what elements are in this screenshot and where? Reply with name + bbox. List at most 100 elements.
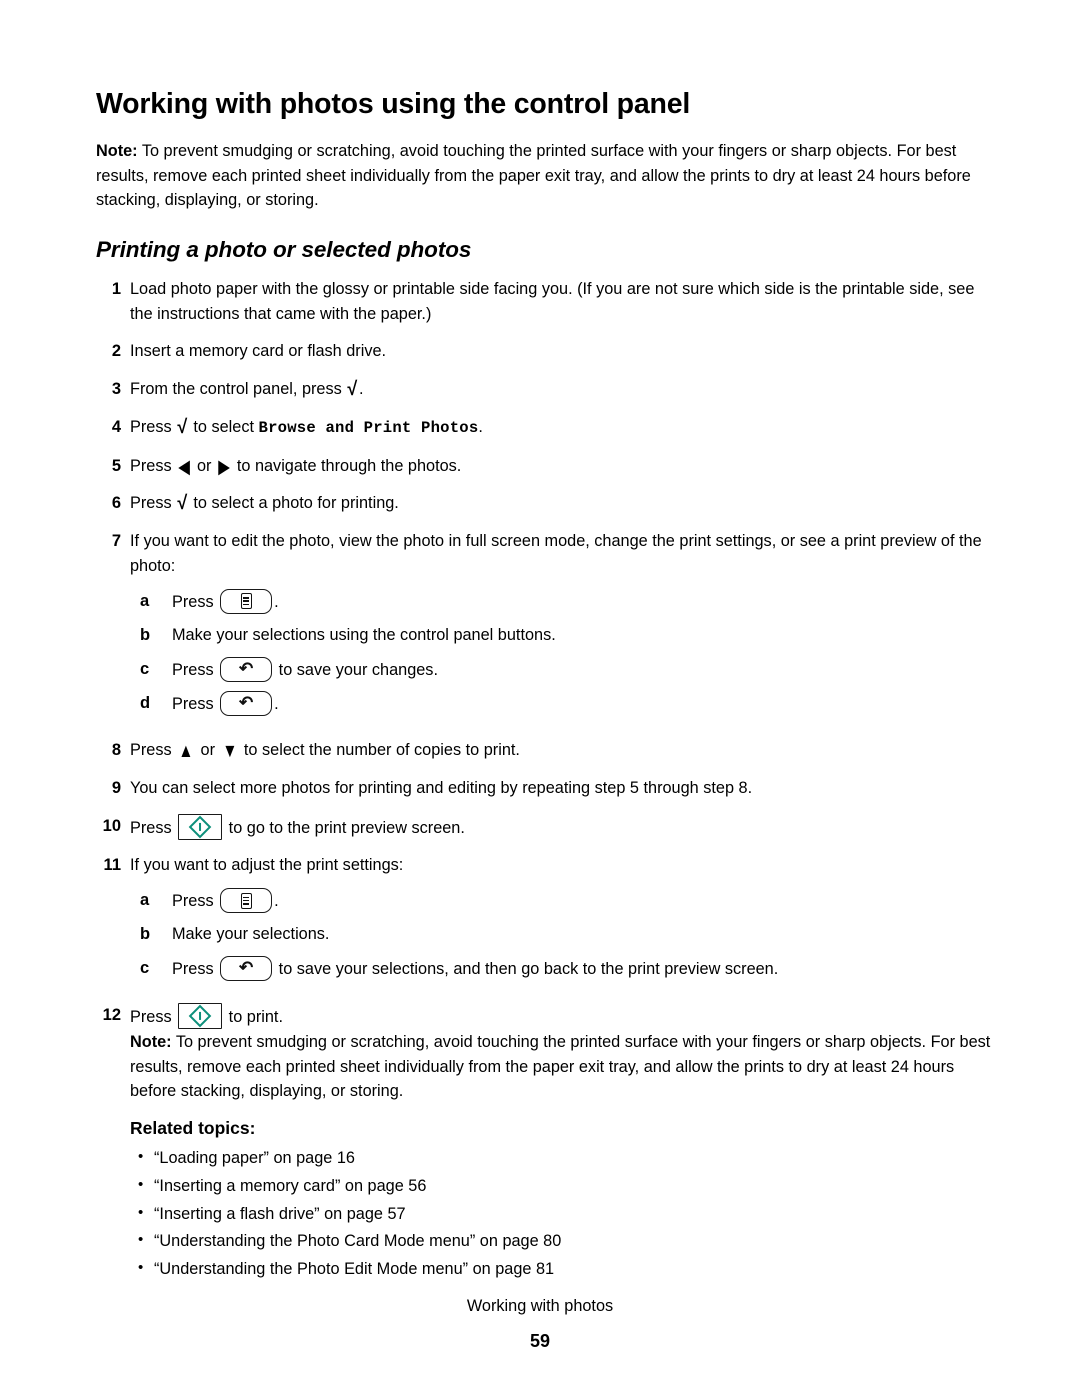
step-item: 9 You can select more photos for printin…: [96, 776, 998, 801]
back-button[interactable]: ↶: [220, 690, 273, 716]
substep-item: c Press ↶ to save your selections, and t…: [130, 955, 998, 982]
substep-text-pre: Press: [172, 959, 219, 978]
menu-icon: [240, 593, 252, 610]
related-link-text: “Inserting a flash drive” on page 57: [154, 1204, 406, 1223]
substep-item: b Make your selections using the control…: [130, 623, 998, 649]
substep-letter: b: [140, 626, 151, 644]
substep-letter: a: [140, 891, 150, 910]
step-text-post: .: [358, 380, 364, 399]
substep-letter: c: [140, 659, 150, 678]
back-button[interactable]: ↶: [220, 955, 273, 981]
step-number: 9: [111, 778, 121, 797]
step-item: 2 Insert a memory card or flash drive.: [96, 339, 998, 364]
substep-text-post: to save your selections, and then go bac…: [274, 959, 779, 978]
substep-item: a Press .: [130, 588, 998, 615]
substep-text-pre: Press: [172, 694, 219, 713]
step-text: From the control panel, press √.: [130, 378, 364, 401]
step-text-pre: From the control panel, press: [130, 380, 347, 399]
step-text-post: to go to the print preview screen.: [224, 818, 465, 837]
step-text-pre: Press: [130, 1008, 177, 1027]
substep-text: Make your selections.: [172, 925, 330, 944]
final-note: Note: To prevent smudging or scratching,…: [130, 1030, 992, 1104]
list-item[interactable]: “Inserting a flash drive” on page 57: [130, 1200, 998, 1229]
step-text-pre: Press: [130, 494, 177, 513]
step-number: 1: [111, 279, 121, 298]
substep-letter: c: [140, 958, 150, 977]
step-text-post: to select the number of copies to print.: [239, 741, 520, 760]
step-number: 3: [111, 380, 121, 399]
substep-item: a Press .: [130, 888, 998, 914]
start-diamond-icon: [188, 1004, 212, 1028]
step-text: You can select more photos for printing …: [130, 778, 753, 797]
back-button[interactable]: ↶: [220, 656, 273, 682]
step-item: 10 Press to go to the print preview scre…: [96, 813, 998, 841]
step-item: 4 Press √ to select Browse and Print Pho…: [96, 415, 998, 441]
list-item[interactable]: “Loading paper” on page 16: [130, 1144, 998, 1173]
substep-text-pre: Press: [172, 592, 219, 611]
back-arrow-icon: ↶: [239, 692, 254, 712]
substep-text: Make your selections using the control p…: [172, 626, 556, 644]
substeps-list: a Press . b Make your selections. c Pres…: [130, 888, 998, 982]
substep-text-post: to save your changes.: [274, 660, 438, 679]
substep-text: Press ↶.: [172, 690, 998, 717]
step-number: 8: [111, 741, 121, 760]
step-text: Press √ to select Browse and Print Photo…: [130, 416, 483, 438]
step-text-mid: to select: [188, 418, 259, 436]
substep-text-post: .: [274, 694, 279, 713]
intro-note-text: To prevent smudging or scratching, avoid…: [96, 141, 971, 210]
list-item[interactable]: “Understanding the Photo Card Mode menu”…: [130, 1227, 998, 1256]
intro-note-label: Note:: [96, 141, 138, 160]
footer-section-label: Working with photos: [466, 1296, 614, 1315]
step-text-post: .: [478, 418, 483, 436]
menu-button[interactable]: [220, 888, 273, 914]
steps-list: 1 Load photo paper with the glossy or pr…: [96, 277, 998, 1284]
list-item[interactable]: “Inserting a memory card” on page 56: [130, 1172, 998, 1201]
back-arrow-icon: ↶: [239, 658, 254, 678]
step-number: 12: [102, 1006, 121, 1025]
step-text-post: to select a photo for printing.: [188, 494, 399, 513]
step-text-mid: or: [192, 456, 216, 475]
step-text: Press √ to select a photo for printing.: [130, 492, 399, 515]
related-topics-list: “Loading paper” on page 16 “Inserting a …: [130, 1144, 998, 1284]
step-number: 11: [103, 856, 121, 875]
step-text-post: to print.: [224, 1008, 283, 1027]
document-page: Working with photos using the control pa…: [0, 0, 1080, 1397]
substep-text: Press .: [172, 888, 998, 914]
step-item: 3 From the control panel, press √.: [96, 377, 998, 402]
step-text: Insert a memory card or flash drive.: [130, 342, 387, 361]
step-number: 2: [111, 342, 121, 361]
final-note-label: Note:: [130, 1032, 172, 1051]
list-item[interactable]: “Understanding the Photo Edit Mode menu”…: [130, 1255, 998, 1284]
back-arrow-icon: ↶: [239, 957, 254, 977]
step-number: 5: [111, 456, 121, 475]
intro-note: Note: To prevent smudging or scratching,…: [96, 139, 998, 213]
start-button[interactable]: [178, 813, 223, 840]
start-button[interactable]: [178, 1003, 223, 1030]
step-text-pre: Press: [130, 818, 177, 837]
substep-text-post: .: [274, 592, 279, 611]
substep-text: Press .: [172, 588, 998, 615]
step-number: 7: [111, 532, 121, 551]
step-text: Load photo paper with the glossy or prin…: [130, 279, 975, 323]
menu-option-name: Browse and Print Photos: [258, 419, 479, 437]
related-link-text: “Understanding the Photo Edit Mode menu”…: [154, 1260, 555, 1279]
step-text: If you want to edit the photo, view the …: [130, 532, 982, 575]
substeps-list: a Press . b Make your selections using t…: [130, 588, 998, 717]
step-text-mid: or: [196, 741, 220, 760]
substep-text-pre: Press: [172, 660, 219, 679]
section-heading: Printing a photo or selected photos: [96, 237, 472, 263]
substep-letter: a: [140, 591, 150, 610]
step-number: 10: [102, 816, 121, 835]
substep-item: b Make your selections.: [130, 922, 998, 948]
step-item: 6 Press √ to select a photo for printing…: [96, 491, 998, 516]
step-item: 12 Press to print. Note: To prevent smud…: [96, 1003, 998, 1284]
substep-item: c Press ↶ to save your changes.: [130, 656, 998, 683]
step-number: 6: [111, 494, 121, 513]
step-text: Press to print.: [130, 1003, 998, 1030]
start-diamond-icon: [188, 815, 212, 838]
menu-button[interactable]: [220, 588, 273, 614]
substep-text-post: .: [274, 892, 279, 911]
step-text-pre: Press: [130, 741, 177, 760]
substep-text-pre: Press: [172, 892, 219, 911]
step-text-post: to navigate through the photos.: [232, 456, 462, 475]
